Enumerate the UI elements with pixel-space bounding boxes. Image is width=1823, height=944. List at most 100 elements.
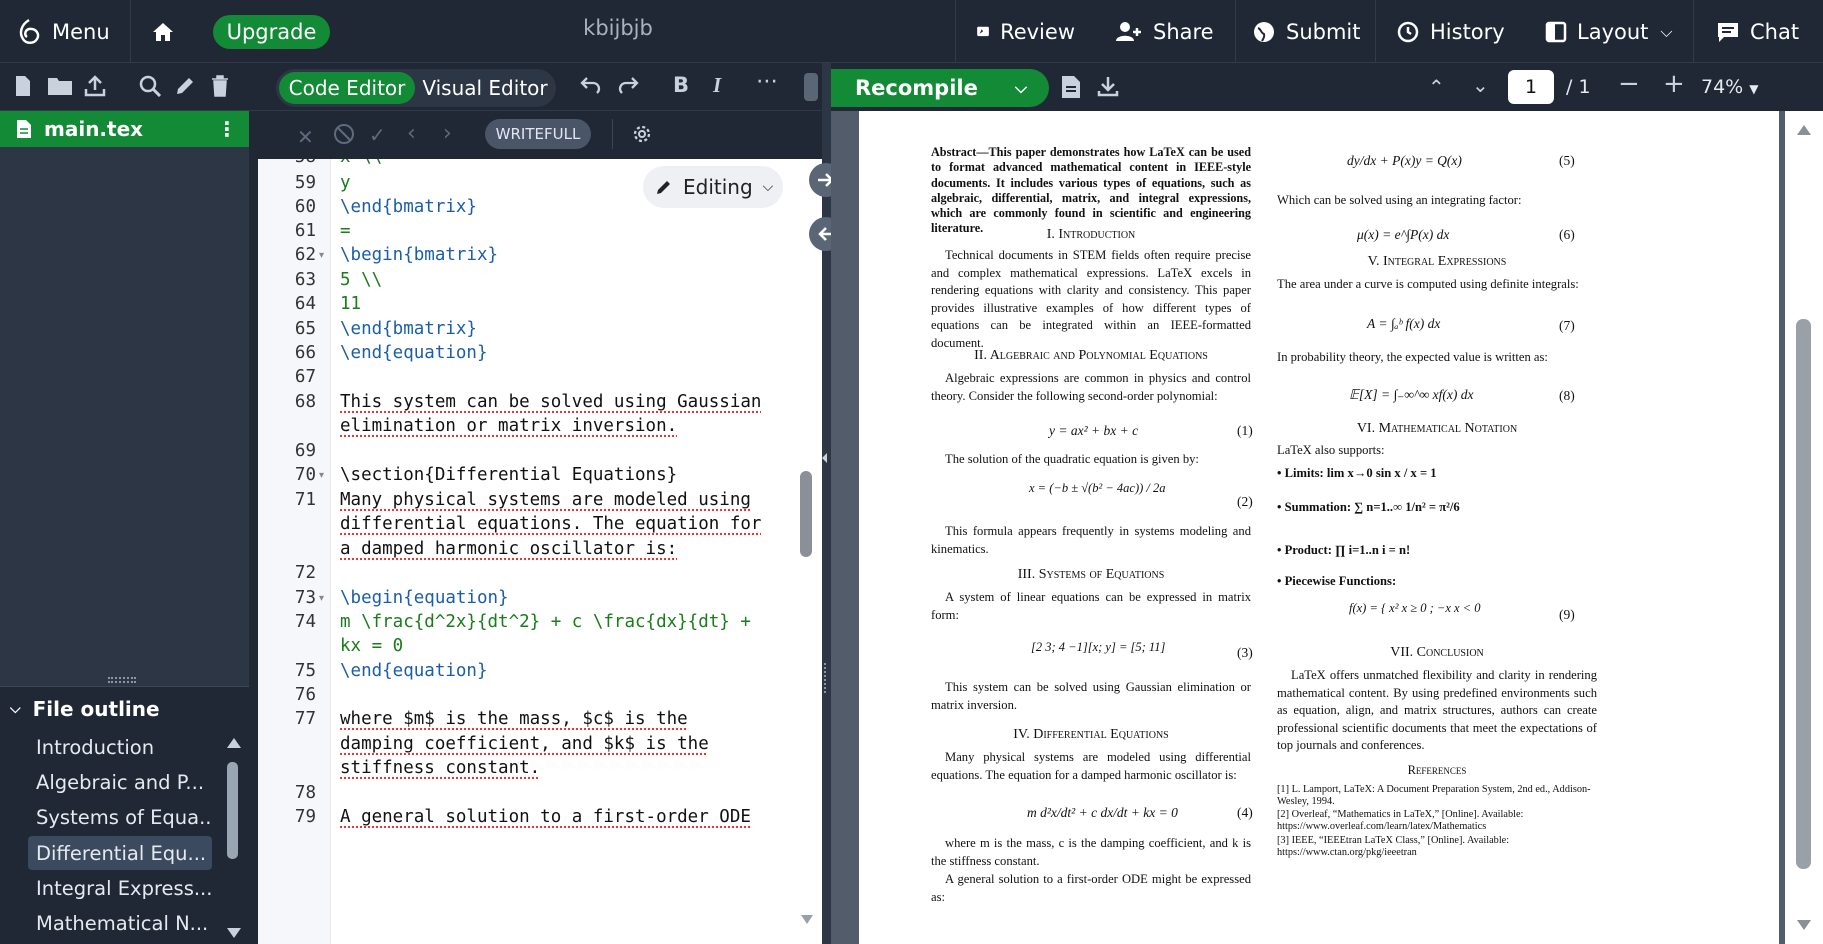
code-line: Many physical systems are modeled using [340,490,751,510]
visual-editor-tab[interactable]: Visual Editor [416,72,554,104]
fold-toggle-icon[interactable]: ▾ [319,470,324,481]
logs-document-icon[interactable] [1061,75,1081,103]
home-button[interactable] [130,0,195,63]
collapse-left-arrow-icon[interactable] [822,453,827,463]
submit-button[interactable]: Submit [1235,0,1375,63]
redo-icon[interactable] [618,75,640,99]
chat-button[interactable]: Chat [1693,0,1823,63]
editor-scrollbar-thumb[interactable] [800,471,812,557]
accept-check-icon[interactable]: ✓ [369,123,386,147]
previous-page-icon[interactable]: ⌃ [1428,75,1445,99]
settings-gear-icon[interactable] [631,123,653,149]
outline-item-mathematical[interactable]: Mathematical N... [28,906,212,940]
line-number: 72 [294,563,316,583]
paragraph: Technical documents in STEM fields often… [931,248,1251,350]
new-folder-icon[interactable] [47,75,73,101]
page-total: / 1 [1566,76,1591,98]
fold-toggle-icon[interactable]: ▾ [319,250,324,261]
code-line: kx = 0 [340,636,404,656]
outline-scrollbar[interactable] [224,738,242,938]
zoom-level-dropdown[interactable]: 74% ▼ [1701,76,1759,98]
scroll-up-icon[interactable] [1797,125,1811,135]
file-menu-kebab-icon[interactable]: ⋮ [217,117,237,141]
caret-down-icon: ▼ [1749,82,1759,96]
delete-trash-icon[interactable] [211,75,229,101]
code-editor[interactable]: 58 59 60 61 62▾ 63 64 65 66 67 68 69 70▾… [258,159,822,944]
writefull-button[interactable]: WRITEFULL [485,119,591,149]
bold-icon[interactable]: B [673,73,689,97]
paragraph: This system can be solved using Gaussian… [931,680,1251,712]
outline-item-integral[interactable]: Integral Express... [28,871,212,905]
paragraph: A system of linear equations can be expr… [931,590,1251,622]
next-chevron-icon[interactable]: › [443,121,452,146]
code-line: \end{bmatrix} [340,197,477,217]
previous-chevron-icon[interactable]: ‹ [407,121,416,146]
line-number: 71 [294,490,316,510]
scroll-thumb[interactable] [1796,319,1811,869]
file-outline-header[interactable]: ⌵ File outline [0,686,249,730]
outline-item-differential[interactable]: Differential Equ... [28,836,212,870]
code-editor-tab[interactable]: Code Editor [279,72,415,104]
page-number-input[interactable]: 1 [1508,70,1554,104]
section-conclusion: VII. Conclusion [1390,645,1484,660]
download-icon[interactable] [1097,75,1119,101]
editor-toolbar: Code Editor Visual Editor B I ⋯ [249,63,831,111]
scroll-down-icon[interactable] [227,928,241,938]
zoom-out-icon[interactable]: − [1618,69,1640,99]
italic-icon[interactable]: I [713,73,721,98]
file-main-tex[interactable]: main.tex ⋮ [0,111,249,147]
scroll-thumb[interactable] [227,762,238,859]
new-file-icon[interactable] [14,75,32,101]
close-icon[interactable]: ✕ [297,125,314,149]
globe-icon [1254,21,1274,42]
equation-9: f(x) = { x² x ≥ 0 ; −x x < 0 [1349,601,1481,615]
rename-pencil-icon[interactable] [174,75,196,101]
undo-icon[interactable] [579,75,601,99]
history-icon [1397,21,1419,42]
editor-mode-toggle: Code Editor Visual Editor [276,69,556,107]
section-notation: VI. Mathematical Notation [1356,421,1518,436]
reference-1: [1] L. Lamport, LaTeX: A Document Prepar… [1277,784,1591,807]
review-button[interactable]: Review [955,0,1075,63]
upload-icon[interactable] [84,75,106,101]
pdf-viewer[interactable]: Abstract—This paper demonstrates how LaT… [831,111,1823,944]
chevron-down-icon[interactable]: ⌵ [1015,78,1027,98]
project-title[interactable]: kbijbjb [548,16,688,40]
bullet-text: Limits: lim x→0 sin x / x = 1 [1284,466,1437,480]
scroll-up-icon[interactable] [227,738,241,748]
upgrade-button[interactable]: Upgrade [213,15,330,49]
menu-button[interactable]: Menu [0,0,130,63]
chat-label: Chat [1750,19,1800,44]
zoom-level: 74% [1701,76,1744,98]
search-icon[interactable] [139,75,162,101]
zoom-in-icon[interactable]: + [1663,69,1685,99]
layout-button[interactable]: Layout ⌵ [1525,0,1690,63]
editing-mode-dropdown[interactable]: Editing ⌵ [643,166,783,208]
chevron-down-icon: ⌵ [1660,21,1673,41]
next-page-icon[interactable]: ⌄ [1472,73,1489,97]
outline-item-algebraic[interactable]: Algebraic and P... [28,765,212,799]
panel-resize-handle[interactable] [108,677,136,683]
scroll-down-icon[interactable] [1797,920,1811,930]
outline-item-introduction[interactable]: Introduction [28,730,212,764]
abstract: Abstract—This paper demonstrates how LaT… [931,145,1251,236]
drag-handle[interactable] [824,663,829,693]
code-line: 11 [340,294,362,314]
code-line: This system can be solved using Gaussian [340,392,762,412]
toolbar-overflow-handle[interactable] [804,73,818,101]
scroll-down-icon[interactable] [801,915,813,924]
history-button[interactable]: History [1375,0,1515,63]
line-number: 59 [294,173,316,193]
line-number: 58 [258,159,316,167]
more-options-icon[interactable]: ⋯ [756,69,778,94]
share-button[interactable]: Share [1095,0,1215,63]
block-icon[interactable] [333,123,355,149]
recompile-button[interactable]: Recompile ⌵ [831,69,1049,107]
code-line: \begin{bmatrix} [340,245,499,265]
outline-item-systems[interactable]: Systems of Equa... [28,800,212,834]
code-line: \end{equation} [340,661,488,681]
paragraph: where m is the mass, c is the damping co… [931,836,1251,868]
overleaf-logo-icon [19,18,40,44]
fold-toggle-icon[interactable]: ▾ [319,593,324,604]
pdf-scrollbar[interactable] [1785,111,1823,944]
